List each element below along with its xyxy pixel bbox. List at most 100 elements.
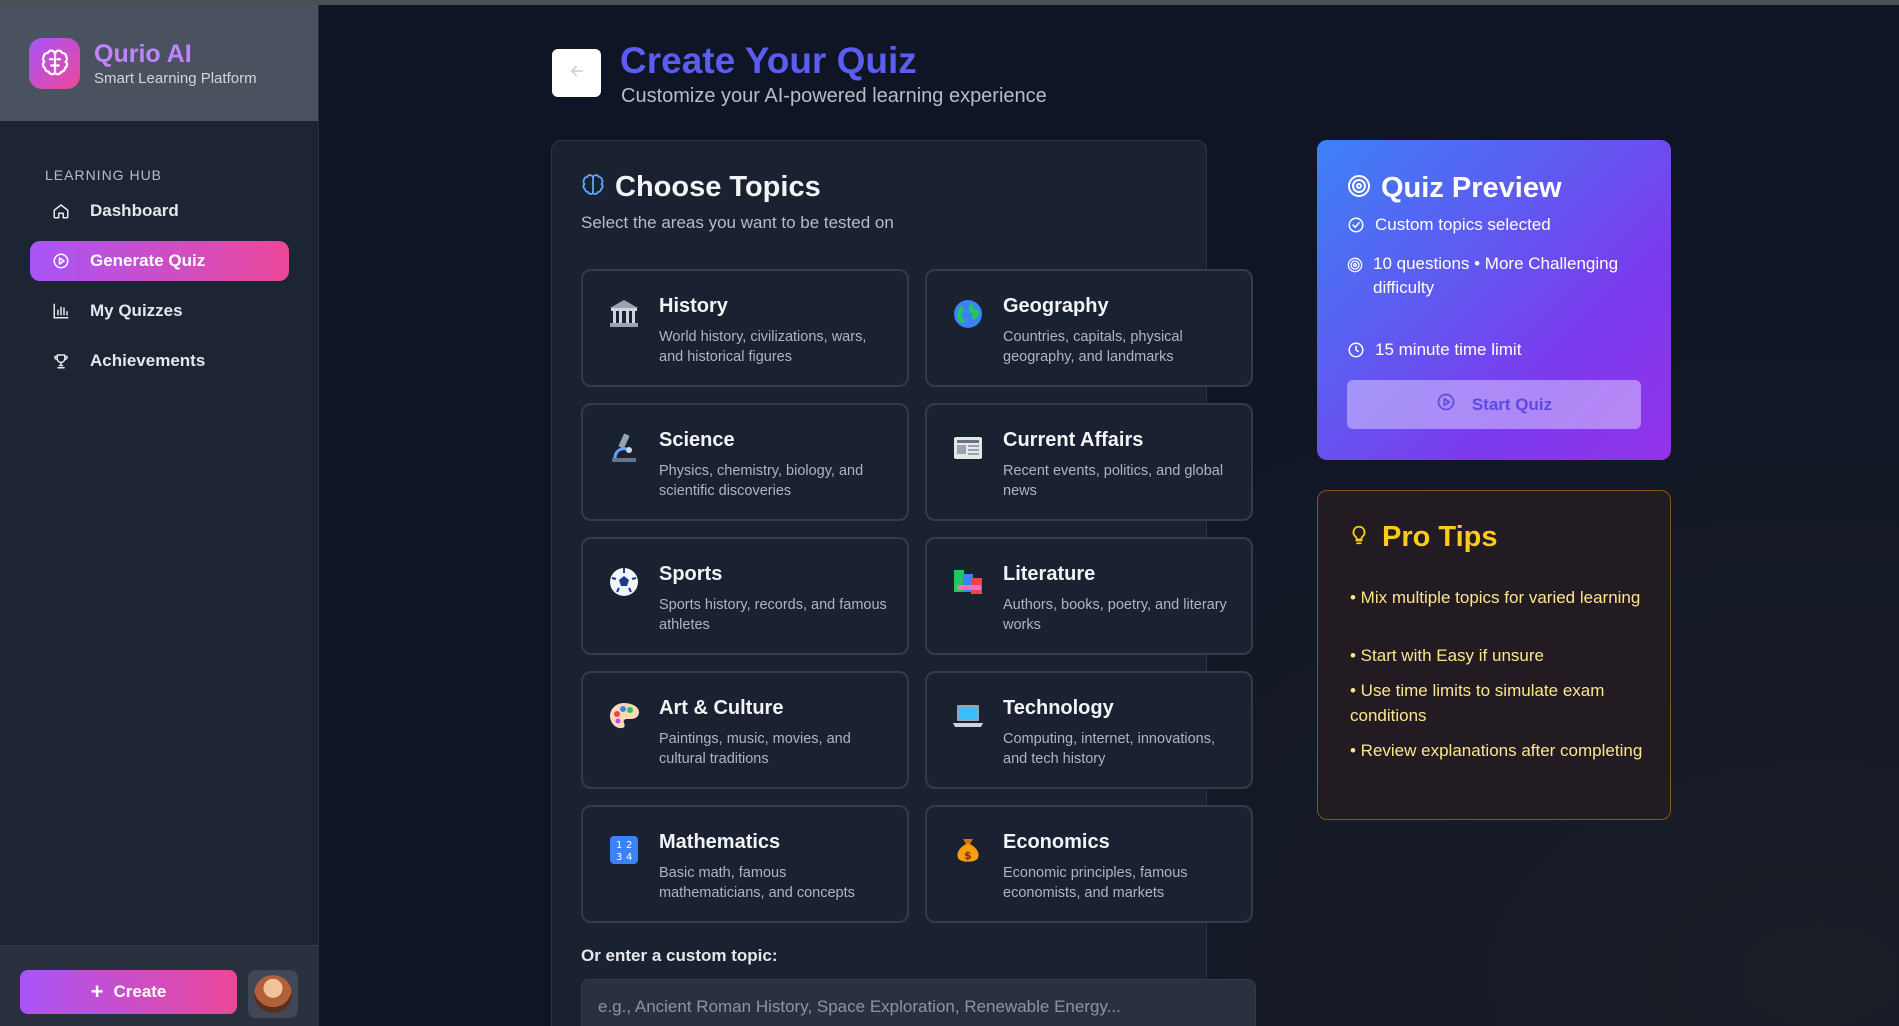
tip-item: • Mix multiple topics for varied learnin… (1350, 588, 1641, 607)
svg-text:1: 1 (616, 840, 622, 851)
start-quiz-button[interactable]: Start Quiz (1347, 380, 1641, 429)
preview-row-questions: 10 questions • More Challenging difficul… (1347, 252, 1647, 300)
sidebar-item-label: My Quizzes (90, 301, 183, 320)
target-icon (1347, 174, 1371, 203)
pro-tips-card: Pro Tips • Mix multiple topics for varie… (1317, 490, 1671, 820)
page-title: Create Your Quiz (620, 40, 917, 81)
topic-description: Authors, books, poetry, and literary wor… (1003, 597, 1227, 633)
topic-card-science[interactable]: Science Physics, chemistry, biology, and… (581, 403, 909, 521)
sidebar-item-generate-quiz[interactable]: Generate Quiz (30, 241, 289, 281)
sidebar-footer: + Create (0, 945, 319, 1026)
brand-name: Qurio AI (94, 39, 192, 68)
trophy-icon (50, 350, 72, 372)
brand-header: Qurio AI Smart Learning Platform (0, 5, 318, 121)
sidebar: Qurio AI Smart Learning Platform LEARNIN… (0, 5, 319, 1026)
topic-title: Geography (1003, 295, 1109, 317)
lightbulb-icon (1348, 523, 1370, 552)
target-small-icon (1347, 256, 1363, 280)
topic-card-literature[interactable]: Literature Authors, books, poetry, and l… (925, 537, 1253, 655)
topic-title: Mathematics (659, 831, 781, 853)
topic-description: Countries, capitals, physical geography,… (1003, 329, 1183, 365)
brand-subtitle: Smart Learning Platform (94, 69, 257, 87)
sidebar-item-label: Dashboard (90, 201, 179, 220)
preview-title: Quiz Preview (1381, 172, 1562, 204)
newspaper-icon (954, 437, 982, 459)
globe-icon (954, 300, 982, 328)
avatar[interactable] (248, 970, 298, 1018)
sidebar-item-achievements[interactable]: Achievements (30, 341, 289, 381)
sidebar-item-label: Generate Quiz (90, 251, 206, 270)
svg-text:4: 4 (626, 852, 632, 863)
topic-card-art-culture[interactable]: Art & Culture Paintings, music, movies, … (581, 671, 909, 789)
topic-description: Physics, chemistry, biology, and scienti… (659, 463, 864, 499)
money-bag-icon: $ (957, 839, 979, 862)
nav-section-label: LEARNING HUB (45, 167, 163, 183)
soccer-ball-icon (610, 568, 638, 596)
topic-title: Economics (1003, 831, 1110, 853)
preview-row-text: 15 minute time limit (1375, 340, 1522, 359)
preview-row-topics: Custom topics selected (1347, 213, 1647, 241)
preview-row-time: 15 minute time limit (1347, 338, 1647, 366)
sidebar-item-label: Achievements (90, 351, 206, 370)
topic-title: Technology (1003, 697, 1114, 719)
topic-card-economics[interactable]: $ Economics Economic principles, famous … (925, 805, 1253, 923)
tip-item: • Start with Easy if unsure (1350, 646, 1544, 665)
create-button-label: Create (113, 982, 167, 1001)
custom-topic-label: Or enter a custom topic: (581, 946, 778, 965)
tip-item: • Review explanations after completing (1350, 741, 1643, 760)
sidebar-item-dashboard[interactable]: Dashboard (30, 191, 289, 231)
svg-text:$: $ (964, 849, 972, 862)
quiz-preview-card: Quiz Preview Custom topics selected 10 q… (1317, 140, 1671, 460)
back-button[interactable] (552, 49, 601, 97)
topic-title: Current Affairs (1003, 429, 1144, 451)
home-icon (50, 200, 72, 222)
topics-card: Choose Topics Select the areas you want … (551, 140, 1256, 1026)
palette-icon (610, 703, 639, 729)
main-content: Create Your Quiz Customize your AI-power… (320, 5, 1899, 1026)
topics-title: Choose Topics (615, 171, 821, 203)
topics-subtitle: Select the areas you want to be tested o… (581, 213, 894, 232)
topic-description: World history, civilizations, wars, and … (659, 329, 867, 365)
avatar-image (254, 975, 292, 1013)
books-icon (954, 570, 982, 594)
preview-row-text: 10 questions • More Challenging difficul… (1373, 254, 1619, 297)
svg-text:2: 2 (626, 840, 632, 851)
create-button[interactable]: + Create (20, 970, 237, 1014)
check-circle-icon (1347, 216, 1365, 241)
tips-title: Pro Tips (1382, 521, 1498, 553)
svg-text:3: 3 (616, 852, 622, 863)
classical-building-icon (610, 300, 638, 327)
brain-icon (581, 173, 605, 202)
brain-logo-icon (29, 37, 80, 89)
play-circle-icon (50, 250, 72, 272)
topic-card-mathematics[interactable]: 1234 Mathematics Basic math, famous math… (581, 805, 909, 923)
topic-card-current-affairs[interactable]: Current Affairs Recent events, politics,… (925, 403, 1253, 521)
laptop-icon (953, 705, 983, 727)
tip-item: • Use time limits to simulate exam condi… (1350, 681, 1605, 725)
sidebar-item-my-quizzes[interactable]: My Quizzes (30, 291, 289, 331)
topic-description: Paintings, music, movies, and cultural t… (659, 731, 851, 767)
topic-title: Sports (659, 563, 723, 585)
topic-title: Art & Culture (659, 697, 784, 719)
start-quiz-label: Start Quiz (1471, 394, 1553, 414)
preview-row-text: Custom topics selected (1375, 215, 1551, 234)
topic-description: Basic math, famous mathematicians, and c… (659, 865, 855, 901)
custom-topic-input[interactable] (581, 979, 1256, 1026)
topic-card-history[interactable]: History World history, civilizations, wa… (581, 269, 909, 387)
play-circle-icon (1436, 392, 1456, 417)
topic-card-technology[interactable]: Technology Computing, internet, innovati… (925, 671, 1253, 789)
topic-card-sports[interactable]: Sports Sports history, records, and famo… (581, 537, 909, 655)
topic-description: Sports history, records, and famous athl… (659, 597, 887, 633)
numbers-icon: 1 23 4 (610, 836, 638, 864)
topic-description: Recent events, politics, and global news (1003, 463, 1224, 499)
microscope-icon (612, 433, 636, 462)
sidebar-nav: Dashboard Generate Quiz My Quizzes Achie… (0, 191, 318, 381)
topic-title: Science (659, 429, 735, 451)
plus-icon: + (90, 979, 104, 1004)
topic-description: Computing, internet, innovations, and te… (1003, 731, 1215, 767)
topic-title: Literature (1003, 563, 1096, 585)
topic-card-geography[interactable]: Geography Countries, capitals, physical … (925, 269, 1253, 387)
page-subtitle: Customize your AI-powered learning exper… (621, 85, 1047, 107)
clock-icon (1347, 341, 1365, 366)
topic-description: Economic principles, famous economists, … (1003, 865, 1188, 901)
